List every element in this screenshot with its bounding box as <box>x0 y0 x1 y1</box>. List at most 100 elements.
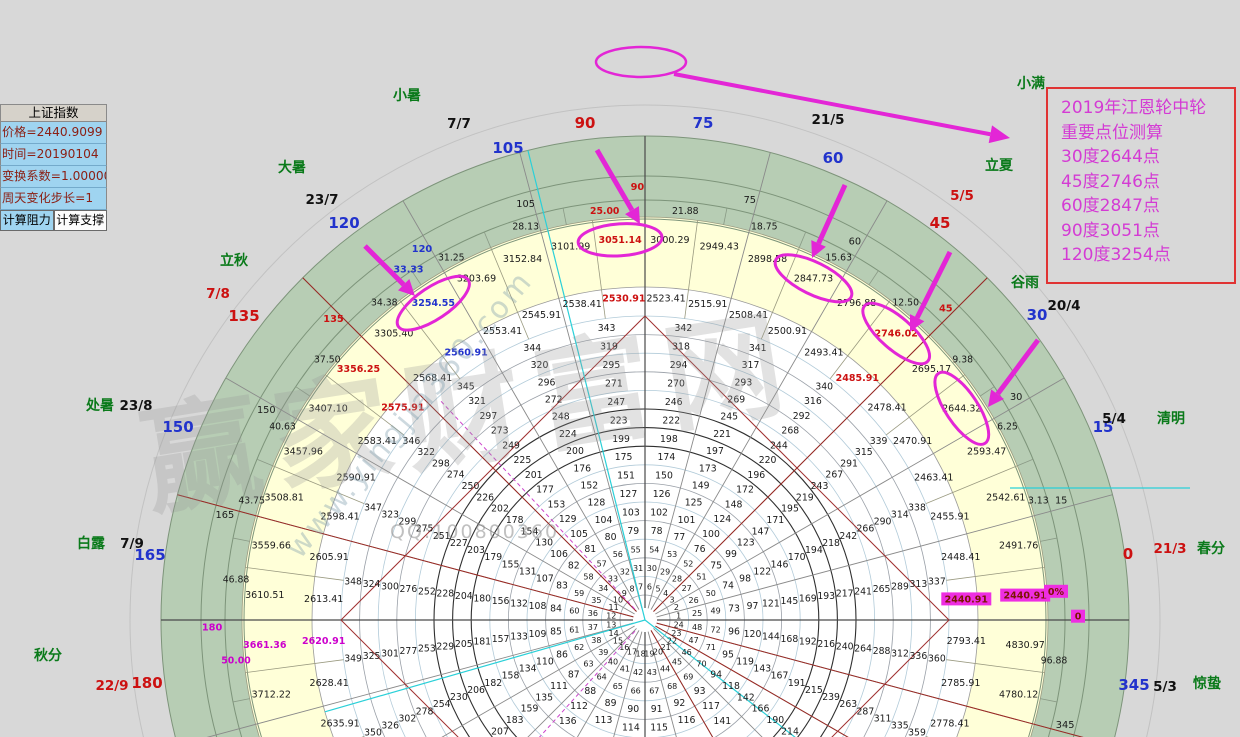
svg-text:324: 324 <box>363 579 381 590</box>
svg-text:135: 135 <box>323 314 344 325</box>
svg-text:42: 42 <box>633 668 643 677</box>
svg-text:34: 34 <box>598 584 608 593</box>
svg-text:217: 217 <box>836 589 854 600</box>
svg-text:2620.91: 2620.91 <box>302 636 345 647</box>
svg-text:53: 53 <box>667 550 677 559</box>
svg-text:75: 75 <box>710 560 722 571</box>
note-line-3: 45度2746点 <box>1061 170 1230 195</box>
svg-text:314: 314 <box>891 510 909 521</box>
outer-degree-label: 0 <box>1123 545 1133 563</box>
svg-text:120: 120 <box>412 244 433 255</box>
svg-text:118: 118 <box>722 681 740 692</box>
date-label: 7/7 <box>447 116 471 132</box>
svg-text:68: 68 <box>667 682 677 691</box>
svg-text:128: 128 <box>588 498 606 509</box>
solar-term-label: 大暑 <box>278 159 306 176</box>
svg-text:313: 313 <box>910 579 928 590</box>
svg-text:263: 263 <box>839 699 857 710</box>
svg-text:2455.91: 2455.91 <box>930 512 969 523</box>
svg-text:339: 339 <box>870 436 888 447</box>
svg-text:QQ:100800360: QQ:100800360 <box>390 521 559 543</box>
svg-text:35: 35 <box>591 596 601 605</box>
date-label: 23/7 <box>305 192 338 208</box>
svg-text:336: 336 <box>910 651 928 662</box>
svg-text:77: 77 <box>673 532 685 543</box>
svg-text:101: 101 <box>678 515 696 526</box>
outer-degree-label: 135 <box>228 307 259 325</box>
svg-text:54: 54 <box>649 545 659 554</box>
panel-button-1[interactable]: 计算支撑 <box>54 210 108 231</box>
svg-text:24: 24 <box>674 620 684 629</box>
svg-text:206: 206 <box>467 685 485 696</box>
note-line-2: 30度2644点 <box>1061 145 1230 170</box>
outer-degree-label: 345 <box>1118 676 1149 694</box>
svg-text:240: 240 <box>836 641 854 652</box>
svg-text:242: 242 <box>839 531 857 542</box>
svg-text:84: 84 <box>550 603 562 614</box>
svg-text:103: 103 <box>622 508 640 519</box>
svg-text:301: 301 <box>381 649 399 660</box>
svg-text:267: 267 <box>825 470 843 481</box>
date-label: 5/5 <box>950 188 974 204</box>
svg-text:119: 119 <box>736 657 754 668</box>
svg-text:79: 79 <box>627 526 639 537</box>
svg-text:83: 83 <box>556 581 568 592</box>
svg-text:34.38: 34.38 <box>371 297 398 308</box>
svg-text:3152.84: 3152.84 <box>503 254 542 265</box>
svg-text:169: 169 <box>799 594 817 605</box>
svg-text:110: 110 <box>536 657 554 668</box>
svg-text:61: 61 <box>569 625 579 634</box>
date-label: 20/4 <box>1047 298 1080 314</box>
svg-text:81: 81 <box>584 544 596 555</box>
svg-text:105: 105 <box>570 529 588 540</box>
svg-text:180: 180 <box>473 594 491 605</box>
svg-text:7: 7 <box>638 582 643 591</box>
svg-text:243: 243 <box>811 481 829 492</box>
svg-text:0: 0 <box>1075 612 1082 623</box>
svg-text:25.00: 25.00 <box>590 206 620 217</box>
svg-text:315: 315 <box>855 447 873 458</box>
svg-text:21.88: 21.88 <box>672 206 699 217</box>
svg-text:12.50: 12.50 <box>892 297 919 308</box>
svg-text:22: 22 <box>667 637 677 646</box>
svg-text:2949.43: 2949.43 <box>700 241 739 252</box>
svg-text:3000.29: 3000.29 <box>650 235 689 246</box>
svg-text:132: 132 <box>510 598 528 609</box>
svg-text:147: 147 <box>752 526 770 537</box>
svg-text:2785.91: 2785.91 <box>941 678 980 689</box>
svg-text:348: 348 <box>344 577 362 588</box>
svg-text:325: 325 <box>363 651 381 662</box>
instrument-name: 上证指数 <box>0 104 107 122</box>
svg-text:2644.32: 2644.32 <box>942 403 981 414</box>
svg-text:70: 70 <box>696 659 706 668</box>
note-line-5: 90度3051点 <box>1061 219 1230 244</box>
svg-text:167: 167 <box>771 671 789 682</box>
svg-text:2778.41: 2778.41 <box>930 719 969 730</box>
svg-text:64: 64 <box>597 673 607 682</box>
svg-text:207: 207 <box>491 726 509 737</box>
svg-text:168: 168 <box>781 634 799 645</box>
svg-text:75: 75 <box>744 195 756 206</box>
svg-text:91: 91 <box>651 704 663 715</box>
svg-text:97: 97 <box>747 601 759 612</box>
panel-row-3: 周天变化步长=1 <box>0 188 107 210</box>
svg-text:2: 2 <box>674 603 679 612</box>
svg-text:220: 220 <box>759 455 777 466</box>
svg-text:191: 191 <box>788 678 806 689</box>
svg-text:113: 113 <box>595 715 613 726</box>
svg-text:135: 135 <box>535 692 553 703</box>
svg-text:2440.91: 2440.91 <box>1004 591 1047 602</box>
svg-text:218: 218 <box>822 538 840 549</box>
svg-text:98: 98 <box>739 574 751 585</box>
svg-text:126: 126 <box>653 489 671 500</box>
svg-text:2538.41: 2538.41 <box>563 299 602 310</box>
svg-text:143: 143 <box>753 664 771 675</box>
panel-button-0[interactable]: 计算阻力 <box>0 210 54 231</box>
panel-row-0: 价格=2440.9099 <box>0 122 107 144</box>
svg-text:141: 141 <box>713 716 731 727</box>
svg-text:239: 239 <box>822 692 840 703</box>
svg-text:46.88: 46.88 <box>223 575 250 586</box>
svg-text:252: 252 <box>418 586 436 597</box>
svg-text:52: 52 <box>683 560 693 569</box>
svg-text:2478.41: 2478.41 <box>867 403 906 414</box>
